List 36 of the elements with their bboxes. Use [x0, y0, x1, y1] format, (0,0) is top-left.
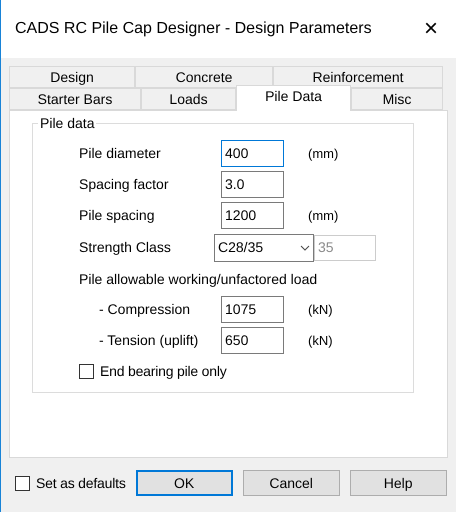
unit-label: (mm)	[308, 144, 338, 163]
tab[interactable]: Concrete	[135, 66, 273, 88]
input-field[interactable]: 1200	[221, 202, 284, 229]
window-title: CADS RC Pile Cap Designer - Design Parameters	[15, 19, 372, 39]
dropdown[interactable]: C28/35	[214, 234, 314, 262]
input-field: 35	[314, 234, 376, 260]
tab[interactable]: Starter Bars	[9, 88, 141, 110]
tab[interactable]: Misc	[351, 88, 443, 110]
dialog-button[interactable]: Cancel	[242, 470, 340, 496]
input-field[interactable]: 400	[221, 140, 284, 167]
unit-label: (mm)	[308, 206, 338, 225]
checkbox[interactable]	[79, 364, 94, 378]
unit-label: (kN)	[308, 332, 333, 350]
chevron-icon	[300, 244, 310, 250]
input-field[interactable]: 3.0	[221, 171, 284, 198]
input-field[interactable]: 1075	[221, 296, 284, 323]
tab[interactable]: Pile Data	[236, 85, 351, 111]
field-label: Pile diameter	[79, 144, 162, 163]
group-title: Pile data	[38, 115, 96, 131]
unit-label: (kN)	[308, 300, 333, 319]
checkbox[interactable]	[15, 476, 30, 490]
field-label: - Compression	[98, 300, 192, 319]
tab[interactable]: Reinforcement	[273, 66, 443, 88]
tab[interactable]: Loads	[141, 88, 236, 110]
checkbox-label: Set as defaults	[36, 474, 126, 492]
field-label: Strength Class	[79, 238, 172, 257]
input-field[interactable]: 650	[221, 327, 284, 354]
section-label: Pile allowable working/unfactored load	[79, 270, 318, 289]
field-label: Pile spacing	[79, 206, 156, 225]
dialog-button[interactable]: OK	[136, 470, 233, 496]
dialog-button[interactable]: Help	[350, 470, 447, 496]
close-button[interactable]: ×	[416, 17, 446, 41]
field-label: Spacing factor	[79, 175, 170, 194]
tab[interactable]: Design	[9, 66, 135, 88]
checkbox-label: End bearing pile only	[100, 362, 227, 381]
field-label: - Tension (uplift)	[98, 331, 200, 350]
